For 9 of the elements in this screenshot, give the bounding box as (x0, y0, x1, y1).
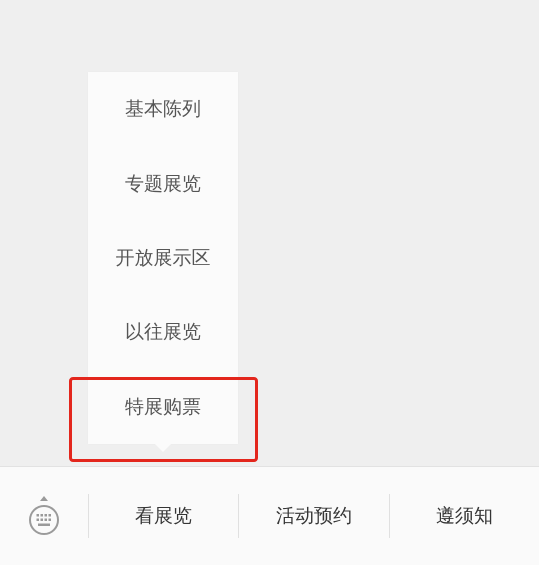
menu-item[interactable]: 特展购票 (119, 390, 208, 424)
menu-item[interactable]: 专题展览 (119, 166, 208, 201)
menu-item[interactable]: 基本陈列 (119, 92, 208, 126)
menu-tab[interactable]: 看展览 (127, 499, 200, 533)
menu-item[interactable]: 以往展览 (119, 315, 208, 350)
menu-tab[interactable]: 遵须知 (428, 499, 501, 533)
menu-tab[interactable]: 活动预约 (268, 499, 360, 533)
keyboard-icon[interactable] (28, 494, 60, 538)
menu-item[interactable]: 开放展示区 (110, 241, 217, 276)
